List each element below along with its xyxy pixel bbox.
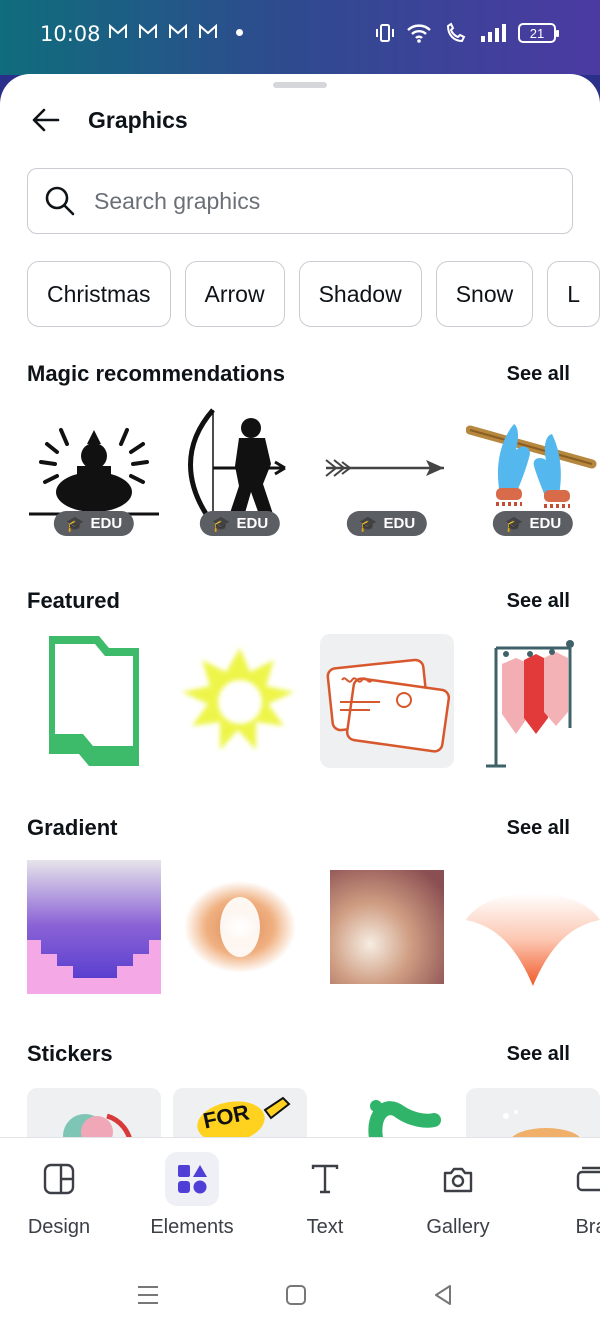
gallery-icon-wrap [431, 1152, 485, 1206]
brown-gradient-graphic [330, 870, 444, 984]
search-placeholder: Search graphics [94, 187, 261, 214]
page-title: Graphics [88, 106, 188, 133]
edu-badge-label: EDU [529, 515, 562, 532]
chip-partial[interactable]: L [547, 261, 600, 327]
wifi-calling-icon [446, 22, 466, 43]
search-input[interactable]: Search graphics [27, 168, 573, 234]
search-icon [45, 186, 75, 216]
back-icon[interactable] [432, 1284, 454, 1306]
gradient-tile[interactable] [27, 860, 161, 994]
status-time: 10:08 [40, 22, 101, 46]
nav-brand-label: Bra [575, 1216, 600, 1238]
text-icon [311, 1164, 339, 1194]
graduation-cap-icon: 🎓 [211, 515, 231, 533]
vibrate-icon [376, 24, 394, 42]
see-all-stickers-button[interactable]: See all [507, 1043, 570, 1066]
nav-text-label: Text [306, 1216, 344, 1238]
chip-arrow[interactable]: Arrow [184, 261, 285, 327]
edu-badge-label: EDU [236, 515, 269, 532]
edu-badge-label: EDU [90, 515, 123, 532]
edu-badge: 🎓 EDU [53, 511, 135, 536]
elements-icon-wrap [165, 1152, 219, 1206]
orange-radial-gradient-graphic [184, 881, 296, 973]
graphic-tile[interactable]: 🎓 EDU [173, 404, 307, 538]
recents-icon[interactable] [136, 1283, 160, 1307]
suggestion-chips: Christmas Arrow Shadow Snow L [27, 261, 600, 327]
edu-badge: 🎓 EDU [492, 511, 574, 536]
status-bar: 10:08 21 [0, 0, 600, 75]
more-notifications-dot [236, 28, 243, 36]
graphic-tile[interactable]: 🎓 EDU [320, 404, 454, 538]
green-frame-graphic [49, 636, 139, 766]
section-title-magic: Magic recommendations [27, 361, 285, 386]
section-title-gradient: Gradient [27, 815, 118, 840]
notification-icons [108, 22, 243, 42]
credit-cards-graphic [326, 658, 451, 753]
gmail-icon [169, 23, 187, 38]
signal-icon [481, 24, 506, 42]
home-icon[interactable] [285, 1284, 307, 1306]
featured-row [27, 634, 600, 768]
red-arch-gradient-graphic [466, 893, 600, 986]
magic-recommendations-row: 🎓 EDU 🎓 EDU 🎓 EDU 🎓 EDU [27, 404, 600, 538]
nav-text[interactable]: Text [270, 1152, 380, 1239]
graphics-panel: Graphics Search graphics Christmas Arrow… [0, 74, 600, 1333]
elements-icon [178, 1165, 207, 1194]
nav-gallery[interactable]: Gallery [403, 1152, 513, 1239]
brand-icon-wrap [564, 1152, 600, 1206]
nav-design[interactable]: Design [4, 1152, 114, 1239]
nav-design-label: Design [27, 1216, 91, 1238]
graphic-tile[interactable]: 🎓 EDU [465, 404, 600, 538]
featured-tile[interactable] [466, 634, 600, 768]
chip-shadow[interactable]: Shadow [298, 261, 422, 327]
edu-badge: 🎓 EDU [199, 511, 281, 536]
wifi-icon [407, 24, 431, 43]
section-title-featured: Featured [27, 588, 120, 613]
gradient-tile[interactable] [173, 860, 307, 994]
nav-brand[interactable]: Bra [536, 1152, 600, 1239]
gmail-icon [139, 23, 157, 38]
graduation-cap-icon: 🎓 [358, 515, 378, 533]
featured-tile[interactable] [27, 634, 161, 768]
battery-level: 21 [529, 25, 545, 41]
battery-icon: 21 [518, 23, 559, 43]
featured-tile[interactable] [320, 634, 454, 768]
gmail-icon [199, 23, 217, 38]
featured-tile[interactable] [173, 634, 307, 768]
graduation-cap-icon: 🎓 [65, 515, 85, 533]
section-title-stickers: Stickers [27, 1041, 113, 1066]
edu-badge-label: EDU [383, 515, 416, 532]
design-icon [43, 1163, 75, 1195]
graphic-tile[interactable]: 🎓 EDU [27, 404, 161, 538]
chip-snow[interactable]: Snow [435, 261, 534, 327]
yellow-starburst-graphic [182, 648, 294, 750]
design-icon-wrap [32, 1152, 86, 1206]
system-navigation-bar [0, 1257, 600, 1333]
purple-pink-gradient-graphic [27, 860, 161, 994]
brand-icon [576, 1166, 600, 1192]
see-all-magic-button[interactable]: See all [507, 363, 570, 386]
gmail-icon [109, 23, 127, 38]
edu-badge: 🎓 EDU [346, 511, 428, 536]
clothes-rack-graphic [486, 640, 574, 768]
nav-elements-label: Elements [150, 1216, 234, 1238]
system-icons: 21 [376, 22, 559, 44]
see-all-featured-button[interactable]: See all [507, 590, 570, 613]
nav-elements[interactable]: Elements [137, 1152, 247, 1239]
graduation-cap-icon: 🎓 [504, 515, 524, 533]
panel-header: Graphics [30, 104, 188, 136]
back-arrow-icon[interactable] [30, 104, 62, 136]
nav-gallery-label: Gallery [426, 1216, 490, 1238]
bottom-navigation: Design Elements Text Gallery Bra [0, 1137, 600, 1257]
drag-handle[interactable] [273, 82, 327, 88]
see-all-gradient-button[interactable]: See all [507, 817, 570, 840]
chip-christmas[interactable]: Christmas [27, 261, 171, 327]
gradient-row [27, 860, 600, 994]
text-icon-wrap [298, 1152, 352, 1206]
gradient-tile[interactable] [466, 860, 600, 994]
gradient-tile[interactable] [320, 860, 454, 994]
camera-icon [443, 1167, 473, 1193]
